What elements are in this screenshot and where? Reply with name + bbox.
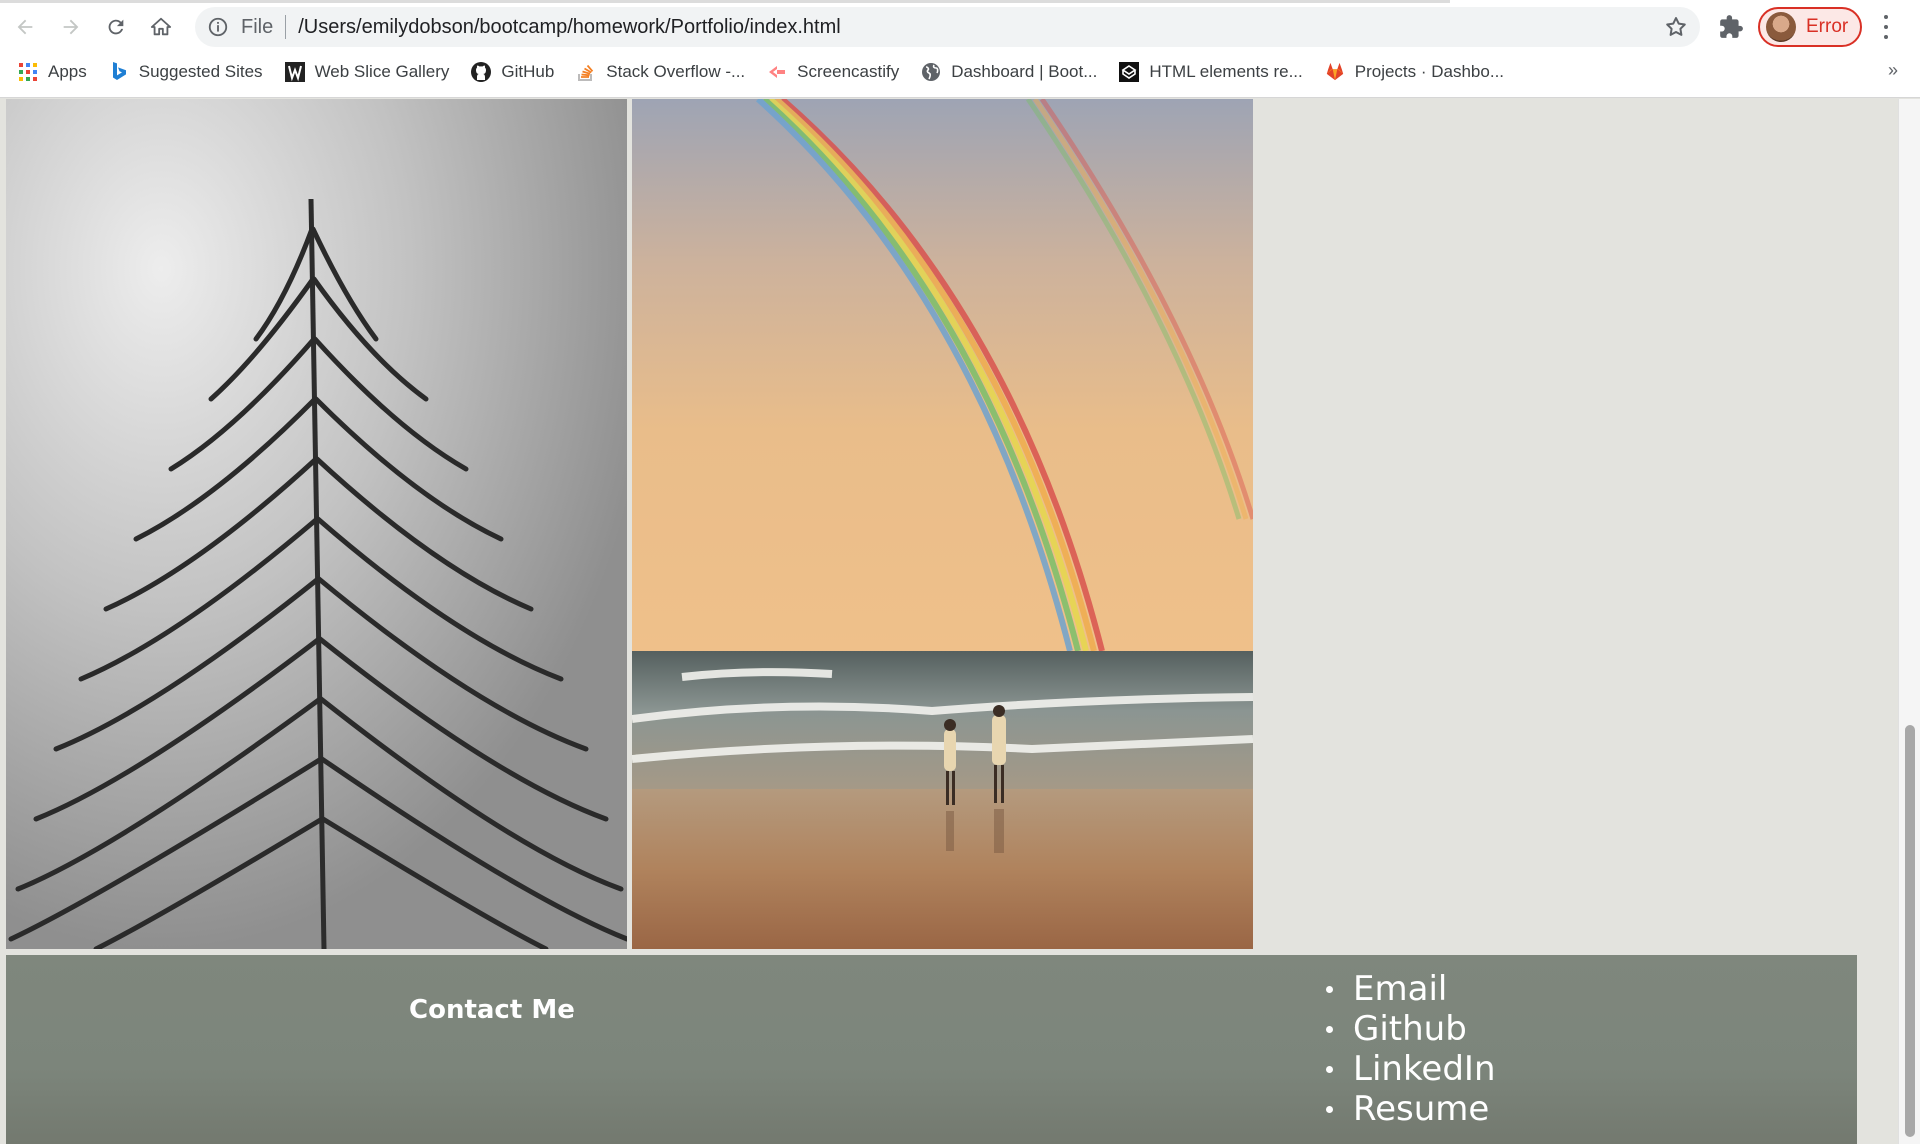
list-item: Resume [1326, 1089, 1496, 1129]
web-slice-icon [284, 62, 305, 82]
url-separator [285, 15, 287, 39]
list-item: Email [1326, 969, 1496, 1009]
bookmark-github[interactable]: GitHub [467, 56, 558, 88]
bookmark-label: Dashboard | Boot... [951, 62, 1098, 81]
bookmark-label: Screencastify [797, 62, 900, 81]
forward-button[interactable] [54, 10, 88, 44]
url-text[interactable]: /Users/emilydobson/bootcamp/homework/Por… [298, 16, 840, 39]
bookmark-html-elements[interactable]: HTML elements re... [1115, 56, 1306, 88]
screencastify-icon [767, 62, 787, 82]
github-icon [471, 62, 492, 82]
bookmark-label: Projects · Dashbo... [1354, 62, 1505, 81]
menu-dot [1884, 15, 1888, 19]
arrow-right-icon [63, 19, 79, 35]
linkedin-link[interactable]: LinkedIn [1353, 1049, 1496, 1089]
arrow-left-icon [17, 19, 33, 35]
browser-menu-button[interactable] [1876, 12, 1896, 42]
list-item: Github [1326, 1009, 1496, 1049]
profile-button[interactable]: Error [1758, 7, 1862, 47]
apps-grid-icon [18, 62, 38, 82]
bookmark-label: Apps [48, 62, 87, 81]
page-content: Contact Me Email Github LinkedIn Resume [0, 99, 1920, 1144]
home-button[interactable] [144, 10, 178, 44]
bullet [1326, 1025, 1333, 1033]
profile-status-label: Error [1806, 16, 1849, 37]
bookmark-screencastify[interactable]: Screencastify [763, 56, 903, 88]
bookmark-web-slice-gallery[interactable]: Web Slice Gallery [281, 56, 454, 88]
list-item: LinkedIn [1326, 1049, 1496, 1089]
resume-link[interactable]: Resume [1353, 1089, 1489, 1129]
scrollbar-thumb[interactable] [1905, 725, 1915, 1137]
bullet [1326, 985, 1333, 993]
reload-icon [108, 19, 124, 35]
bookmark-stack-overflow[interactable]: Stack Overflow -... [572, 56, 749, 88]
bookmark-apps[interactable]: Apps [14, 56, 91, 88]
info-icon[interactable] [207, 16, 229, 38]
github-link[interactable]: Github [1353, 1009, 1467, 1049]
codepen-icon [1119, 62, 1140, 82]
contact-footer: Contact Me Email Github LinkedIn Resume [6, 955, 1857, 1144]
menu-dot [1884, 25, 1888, 29]
reload-button[interactable] [99, 10, 133, 44]
palm-leaf-photo [6, 99, 627, 949]
menu-dot [1884, 35, 1888, 39]
avatar [1766, 12, 1796, 42]
bookmark-label: GitHub [501, 62, 555, 81]
bookmark-star-icon[interactable] [1664, 15, 1688, 39]
bullet [1326, 1105, 1333, 1113]
extensions-puzzle-icon[interactable] [1718, 14, 1744, 40]
back-button[interactable] [8, 10, 42, 44]
bookmark-suggested-sites[interactable]: Suggested Sites [105, 56, 267, 88]
bookmark-label: HTML elements re... [1149, 62, 1303, 81]
beach-rainbow-photo [632, 99, 1253, 949]
bookmark-dashboard[interactable]: Dashboard | Boot... [917, 56, 1101, 88]
url-scheme-label: File [241, 15, 274, 38]
vertical-scrollbar[interactable] [1898, 99, 1920, 1144]
contact-title: Contact Me [409, 995, 575, 1025]
gitlab-icon [1325, 62, 1345, 82]
address-bar[interactable]: File /Users/emilydobson/bootcamp/homewor… [195, 7, 1700, 47]
contact-links-list: Email Github LinkedIn Resume [1326, 969, 1496, 1129]
bookmark-label: Suggested Sites [138, 62, 263, 81]
browser-toolbar: File /Users/emilydobson/bootcamp/homewor… [0, 0, 1920, 98]
bookmarks-bar: Apps Suggested Sites Web Slice Gallery G… [0, 56, 1920, 88]
globe-icon [921, 62, 941, 82]
bookmark-label: Web Slice Gallery [314, 62, 450, 81]
home-icon [150, 17, 172, 36]
stackoverflow-icon [576, 62, 596, 82]
email-link[interactable]: Email [1353, 969, 1447, 1009]
more-bookmarks-chevron-icon[interactable]: » [1888, 60, 1898, 81]
bullet [1326, 1065, 1333, 1073]
bing-icon [109, 62, 129, 82]
bookmark-label: Stack Overflow -... [606, 62, 746, 81]
loading-progress-line [0, 0, 1450, 3]
bookmark-projects-dashboard[interactable]: Projects · Dashbo... [1321, 56, 1508, 88]
